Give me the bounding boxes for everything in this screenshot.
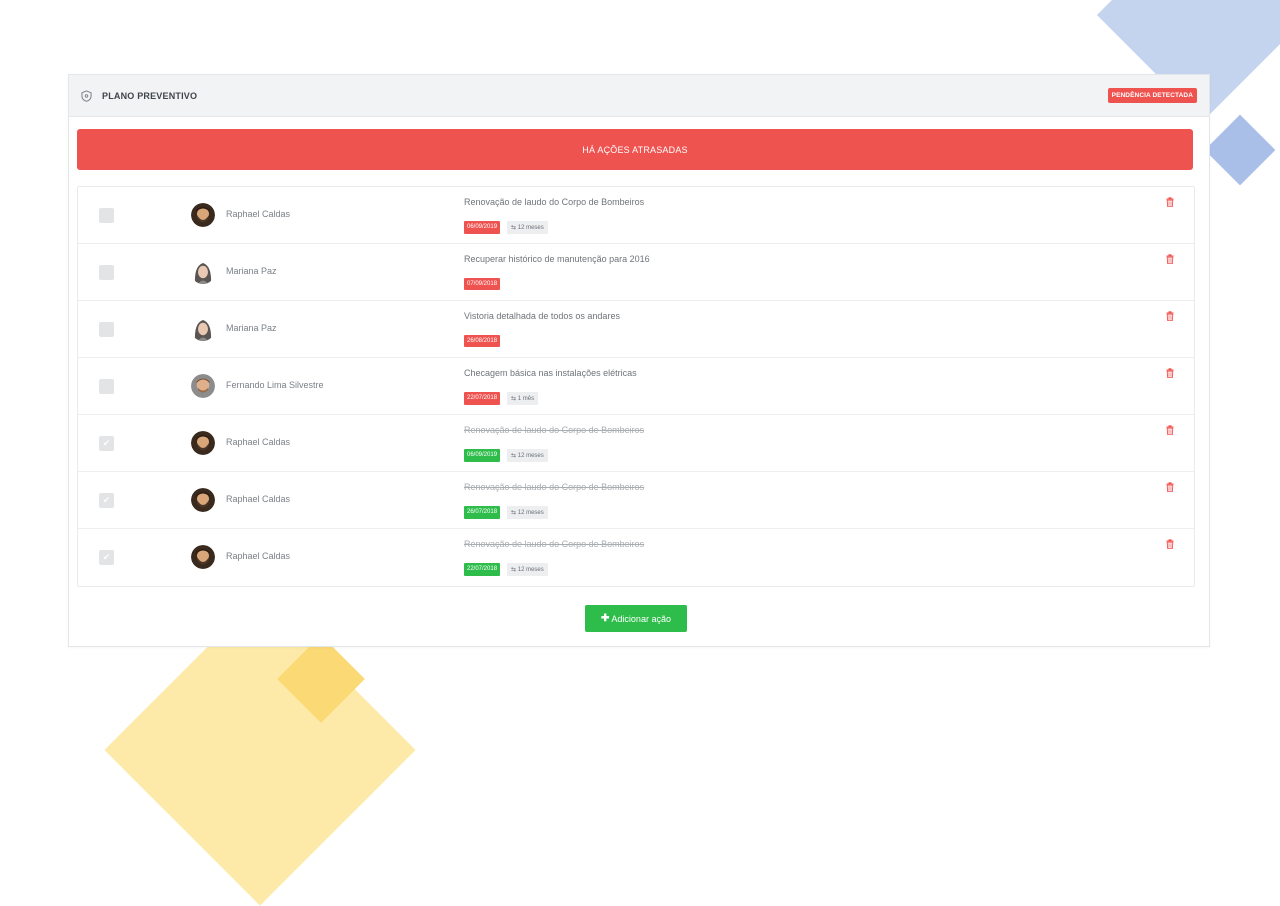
trash-icon[interactable] bbox=[1166, 539, 1174, 549]
woman-avatar bbox=[191, 260, 215, 284]
action-row: ✔ Raphael Caldas Renovação de laudo do C… bbox=[78, 472, 1194, 529]
due-date-badge: 26/07/2018 bbox=[464, 506, 501, 519]
recurrence-label: 12 meses bbox=[517, 567, 544, 573]
repeat-icon: ⇆ bbox=[511, 453, 517, 459]
recurrence-badge: ⇆ 12 meses bbox=[507, 449, 548, 462]
action-checkbox[interactable]: ✔ bbox=[99, 436, 114, 451]
action-row: Mariana Paz Vistoria detalhada de todos … bbox=[78, 301, 1194, 358]
card-title: PLANO PREVENTIVO bbox=[102, 90, 198, 101]
action-title[interactable]: Renovação de laudo do Corpo de Bombeiros bbox=[464, 482, 644, 492]
trash-icon[interactable] bbox=[1166, 368, 1174, 378]
action-row: Raphael Caldas Renovação de laudo do Cor… bbox=[78, 187, 1194, 244]
plus-icon: ✚ bbox=[601, 613, 610, 624]
action-title[interactable]: Renovação de laudo do Corpo de Bombeiros bbox=[464, 197, 644, 207]
action-tags: 06/09/2019 ⇆ 12 meses bbox=[464, 449, 548, 462]
check-icon: ✔ bbox=[102, 552, 111, 562]
overdue-alert: HÁ AÇÕES ATRASADAS bbox=[77, 129, 1193, 170]
recurrence-badge: ⇆ 1 mês bbox=[507, 392, 539, 405]
repeat-icon: ⇆ bbox=[511, 396, 517, 402]
recurrence-badge: ⇆ 12 meses bbox=[507, 506, 548, 519]
action-tags: 06/09/2019 ⇆ 12 meses bbox=[464, 221, 548, 234]
action-tags: 07/09/2018 bbox=[464, 278, 501, 290]
assignee-name: Mariana Paz bbox=[226, 323, 277, 333]
trash-icon[interactable] bbox=[1166, 425, 1174, 435]
repeat-icon: ⇆ bbox=[511, 225, 517, 231]
check-icon: ✔ bbox=[102, 438, 111, 448]
man-beard-avatar bbox=[191, 431, 215, 455]
action-checkbox[interactable] bbox=[99, 322, 114, 337]
action-row: Fernando Lima Silvestre Checagem básica … bbox=[78, 358, 1194, 415]
repeat-icon: ⇆ bbox=[511, 510, 517, 516]
action-tags: 26/07/2018 ⇆ 12 meses bbox=[464, 506, 548, 519]
action-checkbox[interactable] bbox=[99, 379, 114, 394]
action-title[interactable]: Renovação de laudo do Corpo de Bombeiros bbox=[464, 539, 644, 549]
assignee-name: Raphael Caldas bbox=[226, 437, 291, 447]
card-header: PLANO PREVENTIVO PENDÊNCIA DETECTADA bbox=[69, 75, 1209, 117]
recurrence-label: 12 meses bbox=[517, 510, 544, 516]
action-tags: 22/07/2018 ⇆ 12 meses bbox=[464, 563, 548, 576]
trash-icon[interactable] bbox=[1166, 254, 1174, 264]
due-date-badge: 06/09/2019 bbox=[464, 449, 501, 462]
add-action-button[interactable]: ✚ Adicionar ação bbox=[585, 605, 687, 632]
decor-blue-small-diamond bbox=[1204, 114, 1276, 186]
recurrence-badge: ⇆ 12 meses bbox=[507, 221, 548, 234]
man-beard-avatar bbox=[191, 545, 215, 569]
due-date-badge: 06/09/2019 bbox=[464, 221, 501, 234]
add-action-label: Adicionar ação bbox=[611, 613, 671, 624]
man-beard-avatar bbox=[191, 488, 215, 512]
trash-icon[interactable] bbox=[1166, 311, 1174, 321]
assignee-name: Raphael Caldas bbox=[226, 494, 291, 504]
action-checkbox[interactable] bbox=[99, 208, 114, 223]
action-tags: 26/08/2018 bbox=[464, 335, 501, 347]
recurrence-badge: ⇆ 12 meses bbox=[507, 563, 548, 576]
due-date-badge: 22/07/2018 bbox=[464, 392, 501, 405]
action-row: Mariana Paz Recuperar histórico de manut… bbox=[78, 244, 1194, 301]
check-icon: ✔ bbox=[102, 495, 111, 505]
trash-icon[interactable] bbox=[1166, 197, 1174, 207]
recurrence-label: 12 meses bbox=[517, 453, 544, 459]
due-date-badge: 22/07/2018 bbox=[464, 563, 501, 576]
action-row: ✔ Raphael Caldas Renovação de laudo do C… bbox=[78, 415, 1194, 472]
assignee-name: Raphael Caldas bbox=[226, 551, 291, 561]
action-title[interactable]: Renovação de laudo do Corpo de Bombeiros bbox=[464, 425, 644, 435]
action-title[interactable]: Vistoria detalhada de todos os andares bbox=[464, 311, 620, 321]
repeat-icon: ⇆ bbox=[511, 567, 517, 573]
pending-badge: PENDÊNCIA DETECTADA bbox=[1107, 88, 1197, 103]
due-date-badge: 07/09/2018 bbox=[464, 278, 501, 290]
action-checkbox[interactable] bbox=[99, 265, 114, 280]
recurrence-label: 12 meses bbox=[517, 225, 544, 231]
shield-icon bbox=[81, 89, 92, 102]
assignee-name: Raphael Caldas bbox=[226, 209, 291, 219]
action-tags: 22/07/2018 ⇆ 1 mês bbox=[464, 392, 539, 405]
preventive-plan-card: PLANO PREVENTIVO PENDÊNCIA DETECTADA HÁ … bbox=[68, 74, 1210, 647]
man-beard-avatar bbox=[191, 203, 215, 227]
action-title[interactable]: Checagem básica nas instalações elétrica… bbox=[464, 368, 637, 378]
action-checkbox[interactable]: ✔ bbox=[99, 550, 114, 565]
action-row: ✔ Raphael Caldas Renovação de laudo do C… bbox=[78, 529, 1194, 586]
action-checkbox[interactable]: ✔ bbox=[99, 493, 114, 508]
trash-icon[interactable] bbox=[1166, 482, 1174, 492]
recurrence-label: 1 mês bbox=[517, 396, 535, 402]
assignee-name: Mariana Paz bbox=[226, 266, 277, 276]
action-list: Raphael Caldas Renovação de laudo do Cor… bbox=[77, 186, 1195, 587]
due-date-badge: 26/08/2018 bbox=[464, 335, 501, 347]
action-title[interactable]: Recuperar histórico de manutenção para 2… bbox=[464, 254, 650, 264]
woman-avatar bbox=[191, 317, 215, 341]
assignee-name: Fernando Lima Silvestre bbox=[226, 380, 324, 390]
man-avatar bbox=[191, 374, 215, 398]
